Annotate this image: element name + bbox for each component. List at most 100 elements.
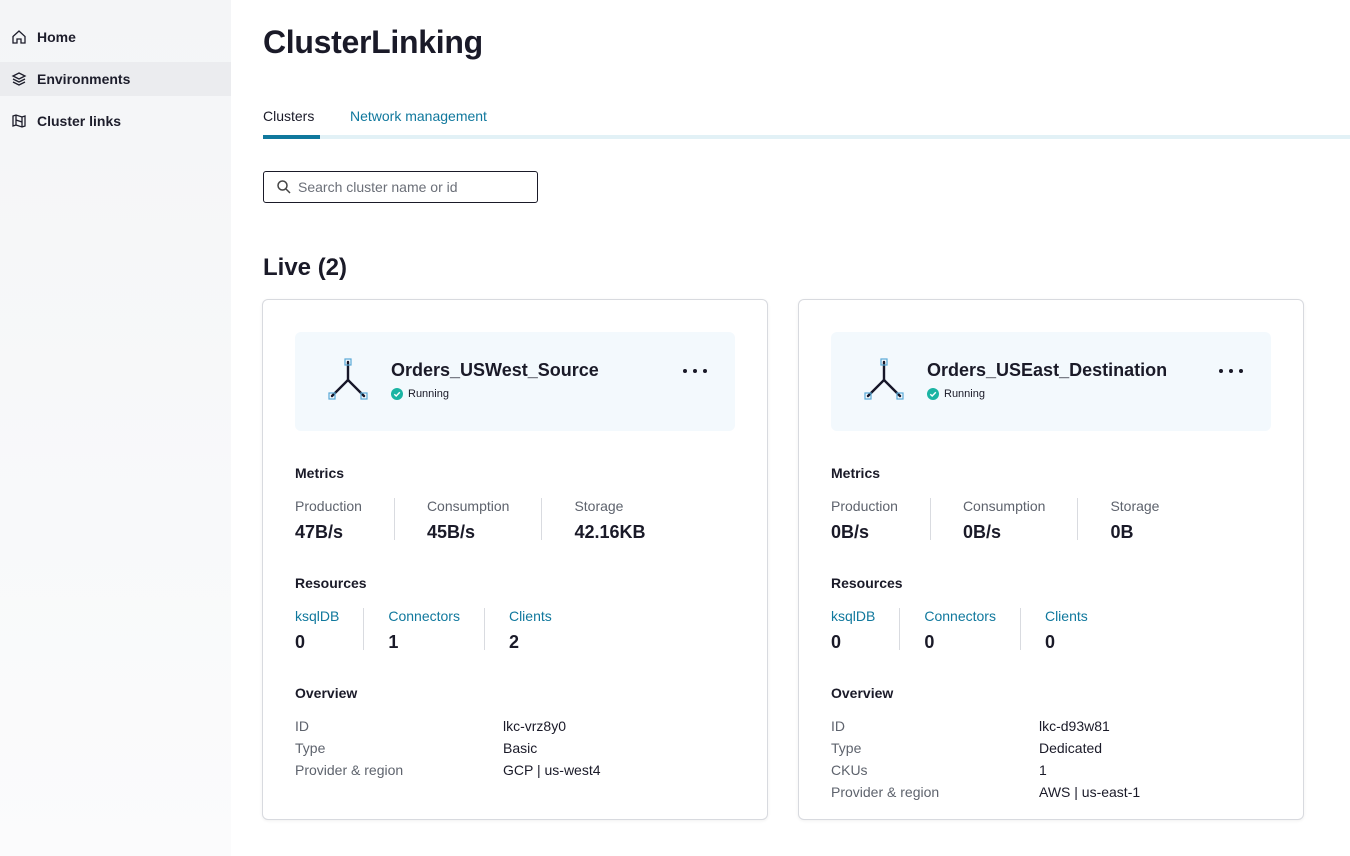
overview-value: 1 [1039,762,1047,778]
overview-row: ID lkc-vrz8y0 [295,718,715,740]
resources-heading: Resources [295,575,367,591]
check-circle-icon [927,388,939,400]
overview-row: Provider & region AWS | us-east-1 [831,784,1251,806]
resource-value: 0 [1044,632,1055,652]
overview-key: Provider & region [295,762,404,778]
metric-label: Storage [574,498,624,514]
resource-clients: Clients 0 [1044,608,1088,652]
overview-heading: Overview [295,685,358,701]
metric-label: Consumption [426,498,510,514]
overview-heading: Overview [831,685,894,701]
metrics-heading: Metrics [295,465,345,481]
metric-value: 47B/s [295,522,344,542]
overview-row: ID lkc-d93w81 [831,718,1251,740]
tab-clusters[interactable]: Clusters [263,108,314,124]
tab-network-management[interactable]: Network management [350,108,487,124]
connectors-link[interactable]: Connectors [924,608,996,624]
metric-value: 0B/s [831,522,870,542]
search-input[interactable] [298,179,528,195]
connectors-link[interactable]: Connectors [388,608,460,624]
status-text: Running [408,388,449,400]
resource-value: 0 [924,632,935,652]
overview-value: Basic [503,740,538,756]
overview-row: Type Basic [295,740,715,762]
overview-value: Dedicated [1039,740,1103,756]
overview-value: lkc-vrz8y0 [503,718,567,734]
resource-value: 0 [831,632,842,652]
resource-value: 1 [388,632,399,652]
metric-storage: Storage 42.16KB [574,498,646,542]
page-title: ClusterLinking [263,24,483,60]
section-title: Live (2) [263,254,348,281]
more-options-icon[interactable] [683,364,707,378]
overview-key: CKUs [831,762,868,778]
resources-row: ksqlDB 0 Connectors 1 Clients 2 [295,608,552,652]
metrics-row: Production 0B/s Consumption 0B/s Storage… [831,498,1160,542]
overview-key: ID [831,718,845,734]
clients-link[interactable]: Clients [1045,608,1088,624]
metrics-row: Production 47B/s Consumption 45B/s Stora… [295,498,646,542]
status-badge: Running [927,388,985,400]
cluster-card[interactable]: Orders_USEast_Destination Running Metric… [798,299,1304,820]
overview-key: ID [295,718,309,734]
overview-row: Type Dedicated [831,740,1251,762]
sidebar-item-label: Home [37,29,76,45]
layers-icon [10,70,28,88]
resource-value: 2 [508,632,519,652]
ksqldb-link[interactable]: ksqlDB [295,608,339,624]
resource-connectors: Connectors 0 [924,608,1021,652]
status-badge: Running [391,388,449,400]
overview-key: Provider & region [831,784,940,800]
resources-heading: Resources [831,575,903,591]
metric-production: Production 0B/s [831,498,931,542]
search-box[interactable] [263,171,538,203]
metric-value: 42.16KB [574,522,646,542]
overview-row: Provider & region GCP | us-west4 [295,762,715,784]
sidebar-item-home[interactable]: Home [0,20,231,54]
more-options-icon[interactable] [1219,364,1243,378]
cluster-name[interactable]: Orders_USWest_Source [391,360,599,381]
overview-key: Type [295,740,326,756]
metric-label: Consumption [962,498,1046,514]
cluster-card-header: Orders_USEast_Destination Running [831,332,1271,431]
overview-table: ID lkc-vrz8y0 Type Basic Provider & regi… [295,718,715,784]
resource-ksqldb: ksqlDB 0 [295,608,365,652]
active-tab-indicator [263,135,320,139]
overview-table: ID lkc-d93w81 Type Dedicated CKUs 1 Prov… [831,718,1251,806]
metric-label: Storage [1110,498,1160,514]
cluster-card-header: Orders_USWest_Source Running [295,332,735,431]
metric-label: Production [295,498,362,514]
home-icon [10,28,28,46]
metric-value: 0B [1110,522,1134,542]
overview-value: GCP | us-west4 [503,762,601,778]
resource-ksqldb: ksqlDB 0 [831,608,901,652]
tab-track [263,135,1350,139]
cluster-link-icon [10,112,28,130]
resource-clients: Clients 2 [508,608,552,652]
metric-production: Production 47B/s [295,498,395,542]
search-icon [276,179,292,195]
metric-storage: Storage 0B [1110,498,1160,542]
cluster-card[interactable]: Orders_USWest_Source Running Metrics Pro… [262,299,768,820]
metric-label: Production [831,498,898,514]
resources-row: ksqlDB 0 Connectors 0 Clients 0 [831,608,1088,652]
metric-value: 45B/s [426,522,475,542]
sidebar: Home Environments Cluster links [0,0,231,856]
overview-value: AWS | us-east-1 [1039,784,1141,800]
tab-bar: Clusters Network management [263,104,1350,140]
cluster-icon [864,358,904,400]
cluster-icon [328,358,368,400]
clients-link[interactable]: Clients [509,608,552,624]
overview-value: lkc-d93w81 [1039,718,1110,734]
metric-consumption: Consumption 0B/s [962,498,1079,542]
metric-consumption: Consumption 45B/s [426,498,543,542]
check-circle-icon [391,388,403,400]
metric-value: 0B/s [962,522,1001,542]
ksqldb-link[interactable]: ksqlDB [831,608,875,624]
sidebar-item-cluster-links[interactable]: Cluster links [0,104,231,138]
sidebar-item-environments[interactable]: Environments [0,62,231,96]
metrics-heading: Metrics [831,465,881,481]
cluster-name[interactable]: Orders_USEast_Destination [927,360,1167,381]
sidebar-item-label: Environments [37,71,131,87]
sidebar-item-label: Cluster links [37,113,122,129]
